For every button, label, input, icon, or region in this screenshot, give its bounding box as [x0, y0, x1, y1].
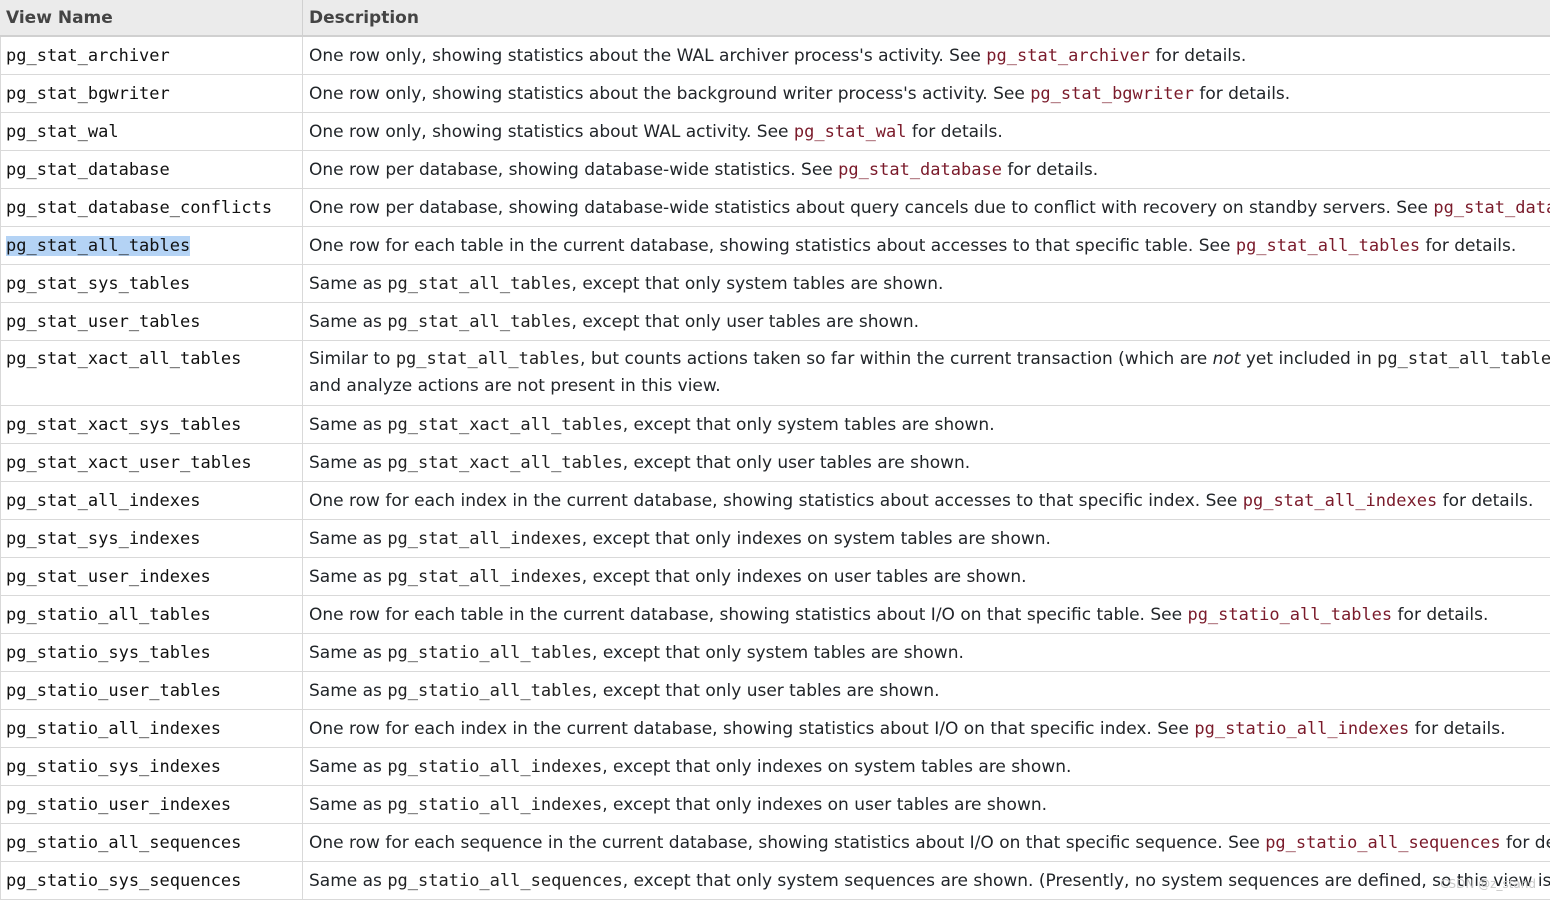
description-line-1: Similar to pg_stat_all_tables, but count… — [309, 349, 1550, 369]
table-row: pg_stat_sys_tables Same as pg_stat_all_t… — [0, 265, 1550, 303]
view-name-cell: pg_stat_bgwriter — [1, 75, 303, 112]
view-name-cell: pg_stat_archiver — [1, 37, 303, 74]
table-row: pg_stat_xact_sys_tables Same as pg_stat_… — [0, 406, 1550, 444]
description-cell: Same as pg_stat_xact_all_tables, except … — [309, 452, 971, 473]
table-row: pg_statio_all_indexes One row for each i… — [0, 710, 1550, 748]
description-cell: One row for each table in the current da… — [309, 604, 1489, 625]
table-row: pg_stat_sys_indexes Same as pg_stat_all_… — [0, 520, 1550, 558]
view-name-cell: pg_statio_all_sequences — [1, 824, 303, 861]
description-cell: Same as pg_statio_all_tables, except tha… — [309, 642, 964, 663]
view-name-cell: pg_statio_all_tables — [1, 596, 303, 633]
header-description: Description — [309, 7, 419, 28]
description-cell: Same as pg_stat_xact_all_tables, except … — [309, 414, 995, 435]
description-cell: One row for each table in the current da… — [309, 235, 1517, 256]
view-name-cell: pg_statio_all_indexes — [1, 710, 303, 747]
view-doc-link[interactable]: pg_statio_all_sequences — [1265, 833, 1500, 853]
description-cell: Same as pg_stat_all_tables, except that … — [309, 311, 920, 332]
view-doc-link[interactable]: pg_stat_bgwriter — [1030, 84, 1194, 104]
view-doc-link[interactable]: pg_statio_all_tables — [1187, 605, 1392, 625]
table-row: pg_stat_database One row per database, s… — [0, 151, 1550, 189]
description-cell: One row for each index in the current da… — [309, 490, 1534, 511]
table-header: View Name Description — [0, 0, 1550, 37]
description-cell: One row only, showing statistics about t… — [309, 83, 1291, 104]
view-doc-link[interactable]: pg_stat_wal — [794, 122, 907, 142]
description-cell: Same as pg_stat_all_indexes, except that… — [309, 528, 1051, 549]
table-row: pg_statio_all_sequences One row for each… — [0, 824, 1550, 862]
description-cell: Same as pg_statio_all_indexes, except th… — [309, 756, 1072, 777]
view-name-code: pg_statio_all_sequences — [387, 870, 623, 891]
table-row-selected: pg_stat_all_tables One row for each tabl… — [0, 227, 1550, 265]
view-name-code: pg_stat_xact_all_tables — [387, 452, 623, 473]
view-name-cell: pg_stat_xact_user_tables — [1, 444, 303, 481]
table-row: pg_statio_user_indexes Same as pg_statio… — [0, 786, 1550, 824]
view-doc-link[interactable]: pg_stat_database — [838, 160, 1002, 180]
view-name-cell: pg_stat_sys_tables — [1, 265, 303, 302]
table-row: pg_statio_user_tables Same as pg_statio_… — [0, 672, 1550, 710]
table-row: pg_stat_database_conflicts One row per d… — [0, 189, 1550, 227]
table-row: pg_statio_sys_sequences Same as pg_stati… — [0, 862, 1550, 900]
table-row: pg_stat_user_tables Same as pg_stat_all_… — [0, 303, 1550, 341]
view-name-code: pg_stat_all_table — [1377, 349, 1550, 369]
view-name-cell: pg_statio_user_indexes — [1, 786, 303, 823]
view-name-code: pg_statio_all_indexes — [387, 794, 603, 815]
table-row: pg_stat_user_indexes Same as pg_stat_all… — [0, 558, 1550, 596]
description-cell: One row only, showing statistics about t… — [309, 45, 1247, 66]
description-cell: Same as pg_stat_all_tables, except that … — [309, 273, 944, 294]
view-name-cell: pg_stat_user_tables — [1, 303, 303, 340]
header-view-name: View Name — [0, 0, 303, 35]
view-name-code: pg_statio_all_tables — [387, 642, 593, 663]
table-row: pg_statio_all_tables One row for each ta… — [0, 596, 1550, 634]
view-name-cell: pg_stat_all_tables — [1, 227, 303, 264]
description-cell: One row per database, showing database-w… — [309, 159, 1099, 180]
view-name-code: pg_stat_xact_all_tables — [387, 414, 623, 435]
description-cell: One row for each sequence in the current… — [309, 832, 1550, 853]
table-row: pg_stat_archiver One row only, showing s… — [0, 37, 1550, 75]
view-name-code: pg_stat_all_tables — [395, 349, 581, 369]
view-name-cell: pg_statio_sys_sequences — [1, 862, 303, 899]
table-row: pg_stat_bgwriter One row only, showing s… — [0, 75, 1550, 113]
description-cell: One row per database, showing database-w… — [303, 189, 1550, 226]
description-cell: Similar to pg_stat_all_tables, but count… — [303, 341, 1550, 405]
view-name-cell: pg_statio_sys_indexes — [1, 748, 303, 785]
description-line-2: and analyze actions are not present in t… — [309, 376, 721, 396]
view-doc-link[interactable]: pg_stat_all_tables — [1236, 236, 1420, 256]
table-row: pg_stat_all_indexes One row for each ind… — [0, 482, 1550, 520]
stats-views-table: View Name Description pg_stat_archiver O… — [0, 0, 1550, 900]
view-name-cell: pg_stat_all_indexes — [1, 482, 303, 519]
emphasis-text: not — [1212, 349, 1241, 369]
view-name-code: pg_statio_all_tables — [387, 680, 593, 701]
view-name-cell: pg_stat_xact_sys_tables — [1, 406, 303, 443]
table-row: pg_stat_wal One row only, showing statis… — [0, 113, 1550, 151]
watermark-text: CSDN @z_stand — [1440, 877, 1536, 891]
description-cell: Same as pg_statio_all_indexes, except th… — [309, 794, 1048, 815]
table-row: pg_stat_xact_all_tables Similar to pg_st… — [0, 341, 1550, 406]
description-cell: One row only, showing statistics about W… — [309, 121, 1003, 142]
description-cell: Same as pg_statio_all_tables, except tha… — [309, 680, 940, 701]
description-cell: Same as pg_stat_all_indexes, except that… — [309, 566, 1027, 587]
view-name-cell: pg_stat_sys_indexes — [1, 520, 303, 557]
view-name-cell: pg_stat_wal — [1, 113, 303, 150]
view-name-cell: pg_stat_database — [1, 151, 303, 188]
view-name-code: pg_stat_all_tables — [387, 311, 572, 332]
view-name-cell: pg_stat_user_indexes — [1, 558, 303, 595]
view-doc-link[interactable]: pg_stat_archiver — [986, 46, 1150, 66]
view-doc-link[interactable]: pg_stat_databa — [1433, 198, 1550, 218]
table-row: pg_statio_sys_tables Same as pg_statio_a… — [0, 634, 1550, 672]
view-name-cell: pg_statio_user_tables — [1, 672, 303, 709]
view-name-cell: pg_stat_xact_all_tables — [1, 341, 303, 405]
text-selection[interactable]: pg_stat_all_tables — [6, 235, 191, 256]
view-doc-link[interactable]: pg_stat_all_indexes — [1243, 491, 1437, 511]
view-name-code: pg_stat_all_indexes — [387, 566, 582, 587]
description-cell: Same as pg_statio_all_sequences, except … — [309, 870, 1550, 891]
view-doc-link[interactable]: pg_statio_all_indexes — [1194, 719, 1409, 739]
view-name-code: pg_stat_all_tables — [387, 273, 572, 294]
view-name-code: pg_statio_all_indexes — [387, 756, 603, 777]
description-cell: One row for each index in the current da… — [309, 718, 1506, 739]
table-row: pg_statio_sys_indexes Same as pg_statio_… — [0, 748, 1550, 786]
view-name-cell: pg_statio_sys_tables — [1, 634, 303, 671]
table-row: pg_stat_xact_user_tables Same as pg_stat… — [0, 444, 1550, 482]
view-name-cell: pg_stat_database_conflicts — [1, 189, 303, 226]
view-name-code: pg_stat_all_indexes — [387, 528, 582, 549]
